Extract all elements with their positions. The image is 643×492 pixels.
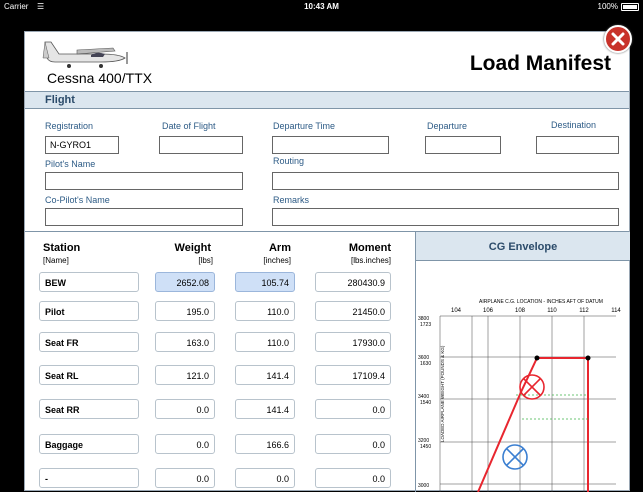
- x-tick: 104: [451, 308, 462, 314]
- weight-unit: [lbs]: [198, 256, 213, 265]
- moment-cell: 0.0: [315, 468, 391, 488]
- weight-cell[interactable]: 121.0: [155, 365, 215, 385]
- y-tick-kg: 1630: [420, 361, 431, 367]
- close-icon: [611, 32, 625, 46]
- arm-cell[interactable]: 110.0: [235, 301, 295, 321]
- x-tick: 110: [547, 308, 557, 314]
- moment-header: Moment: [348, 242, 391, 254]
- station-cell[interactable]: BEW: [39, 272, 139, 292]
- status-bar: Carrier ☰ 10:43 AM 100%: [0, 0, 643, 13]
- close-button[interactable]: [604, 25, 632, 53]
- weight-cell[interactable]: 2652.08: [155, 272, 215, 292]
- destination-label: Destination: [551, 120, 597, 130]
- page-title: Load Manifest: [469, 52, 611, 75]
- station-cell[interactable]: Seat RL: [39, 365, 139, 385]
- departure-field[interactable]: [425, 136, 501, 154]
- arm-cell[interactable]: 141.4: [235, 365, 295, 385]
- date-of-flight-field[interactable]: [159, 136, 243, 154]
- cg-envelope-panel: CG Envelope AIRPLANE C.G. LOCATION - INC…: [415, 232, 630, 492]
- arm-cell[interactable]: 105.74: [235, 272, 295, 292]
- aircraft-model: Cessna 400/TTX: [47, 70, 153, 86]
- routing-field[interactable]: [272, 172, 619, 190]
- station-cell[interactable]: Pilot: [39, 301, 139, 321]
- station-cell[interactable]: Seat RR: [39, 399, 139, 419]
- station-cell[interactable]: -: [39, 468, 139, 488]
- cg-grid: [439, 315, 616, 492]
- registration-label: Registration: [45, 121, 94, 131]
- pilot-name-field[interactable]: [45, 172, 243, 190]
- moment-cell: 17109.4: [315, 365, 391, 385]
- weight-cell[interactable]: 0.0: [155, 468, 215, 488]
- airplane-icon: [42, 41, 128, 68]
- battery-percent: 100%: [597, 2, 618, 11]
- battery-status: 100%: [598, 2, 639, 11]
- y-tick-kg: 1723: [420, 322, 431, 328]
- copilot-name-field[interactable]: [45, 208, 243, 226]
- departure-label: Departure: [427, 121, 468, 131]
- moment-cell: 0.0: [315, 434, 391, 454]
- destination-field[interactable]: [536, 136, 619, 154]
- cg-y-ticks: 3800 1723 3600 1630 3400 1540 3200 1450 …: [418, 316, 431, 489]
- arm-cell[interactable]: 0.0: [235, 468, 295, 488]
- moment-cell: 21450.0: [315, 301, 391, 321]
- cg-envelope-chart: AIRPLANE C.G. LOCATION - INCHES AFT OF D…: [418, 299, 621, 492]
- x-tick: 112: [579, 308, 589, 314]
- routing-label: Routing: [273, 156, 305, 166]
- departure-time-label: Departure Time: [273, 121, 336, 131]
- x-tick: 114: [611, 308, 621, 314]
- pilot-name-label: Pilot's Name: [45, 159, 96, 169]
- flight-section-label: Flight: [45, 94, 75, 106]
- weight-cell[interactable]: 195.0: [155, 301, 215, 321]
- copilot-name-label: Co-Pilot's Name: [45, 195, 110, 205]
- load-manifest-sheet: Cessna 400/TTX Load Manifest Flight Regi…: [24, 31, 630, 492]
- cg-envelope-outline: [477, 357, 589, 492]
- weight-cell[interactable]: 163.0: [155, 332, 215, 352]
- registration-field[interactable]: N-GYRO1: [45, 136, 119, 154]
- flight-section-header: Flight: [25, 91, 629, 109]
- x-tick: 106: [483, 308, 494, 314]
- weight-header: Weight: [174, 242, 211, 254]
- moment-cell: 280430.9: [315, 272, 391, 292]
- station-cell[interactable]: Baggage: [39, 434, 139, 454]
- y-tick-kg: 1540: [420, 400, 431, 406]
- arm-unit: [inches]: [263, 256, 291, 265]
- moment-cell: 0.0: [315, 399, 391, 419]
- cg-y-axis-label: LOADED AIRPLANE WEIGHT (POUNDS & KG): [440, 345, 445, 442]
- x-tick: 108: [515, 308, 526, 314]
- station-header: Station: [43, 242, 81, 254]
- remarks-field[interactable]: [272, 208, 619, 226]
- cg-envelope-header: CG Envelope: [416, 232, 630, 261]
- remarks-label: Remarks: [273, 195, 310, 205]
- arm-header: Arm: [268, 242, 291, 254]
- battery-icon: [621, 2, 639, 11]
- cg-chart-title: AIRPLANE C.G. LOCATION - INCHES AFT OF D…: [479, 299, 603, 305]
- arm-cell[interactable]: 141.4: [235, 399, 295, 419]
- moment-unit: [lbs.inches]: [350, 256, 391, 265]
- landing-cg-marker: [502, 444, 528, 470]
- date-of-flight-label: Date of Flight: [162, 121, 216, 131]
- station-cell[interactable]: Seat FR: [39, 332, 139, 352]
- clock: 10:43 AM: [304, 2, 339, 11]
- arm-cell[interactable]: 110.0: [235, 332, 295, 352]
- station-unit: [Name]: [43, 256, 69, 265]
- y-tick-lbs: 3000: [418, 483, 429, 489]
- moment-cell: 17930.0: [315, 332, 391, 352]
- cg-envelope-label: CG Envelope: [488, 241, 558, 253]
- departure-time-field[interactable]: [272, 136, 389, 154]
- weight-cell[interactable]: 0.0: [155, 399, 215, 419]
- cg-x-ticks: 104 106 108 110 112 114: [451, 308, 621, 314]
- y-tick-kg: 1450: [420, 444, 431, 450]
- arm-cell[interactable]: 166.6: [235, 434, 295, 454]
- weight-cell[interactable]: 0.0: [155, 434, 215, 454]
